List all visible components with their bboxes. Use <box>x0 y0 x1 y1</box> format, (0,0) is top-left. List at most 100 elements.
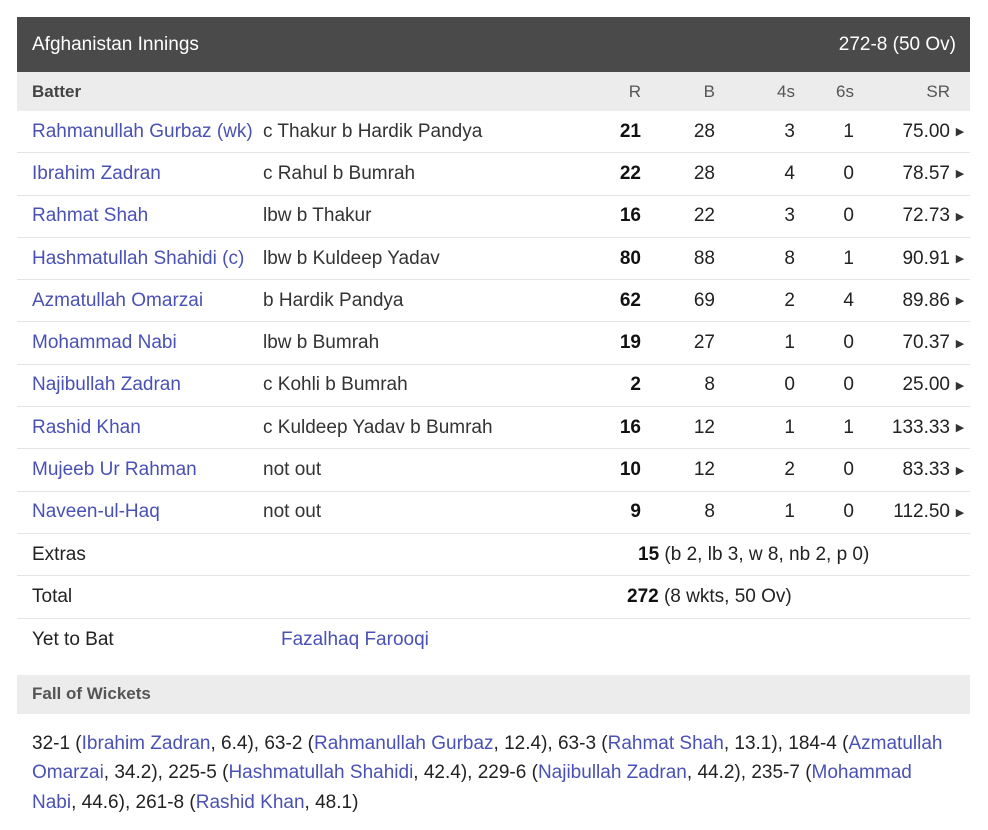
batter-fours: 2 <box>784 459 795 481</box>
fall-of-wickets-title: Fall of Wickets <box>32 684 151 704</box>
batter-runs: 22 <box>619 162 641 184</box>
batter-runs: 80 <box>619 247 641 269</box>
fall-of-wickets-list: 32-1 (Ibrahim Zadran, 6.4), 63-2 (Rahman… <box>17 714 970 818</box>
extras-detail: (b 2, lb 3, w 8, nb 2, p 0) <box>659 543 870 565</box>
batter-name-link[interactable]: Najibullah Zadran <box>17 374 263 396</box>
batter-sixes: 0 <box>843 162 854 184</box>
batter-row[interactable]: Ibrahim Zadran c Rahul b Bumrah 22 28 4 0 78.5… <box>17 153 970 196</box>
triangle-right-icon[interactable]: ▶ <box>950 125 970 138</box>
yet-to-bat-row: Yet to Bat Fazalhaq Farooqi <box>17 619 970 661</box>
fow-score: 235-7 <box>751 762 800 784</box>
triangle-right-icon[interactable]: ▶ <box>950 506 970 519</box>
innings-score: 272-8 (50 Ov) <box>838 33 956 55</box>
batter-balls: 27 <box>693 332 715 354</box>
batter-strike-rate: 75.00 <box>902 120 950 142</box>
fow-over: 48.1 <box>315 791 353 813</box>
batter-sixes: 0 <box>843 374 854 396</box>
total-row: Total 272 (8 wkts, 50 Ov) <box>17 576 970 619</box>
batter-balls: 69 <box>693 289 715 311</box>
extras-value: 15 (b 2, lb 3, w 8, nb 2, p 0) <box>263 544 869 566</box>
batter-dismissal: not out <box>263 459 322 481</box>
batting-rows: Rahmanullah Gurbaz (wk) c Thakur b Hardik… <box>17 111 970 534</box>
batter-strike-rate: 72.73 <box>902 205 950 227</box>
innings-header: Afghanistan Innings 272-8 (50 Ov) <box>17 17 970 72</box>
yet-to-bat-player-link[interactable]: Fazalhaq Farooqi <box>281 629 429 651</box>
triangle-right-icon[interactable]: ▶ <box>950 294 970 307</box>
batter-runs: 10 <box>619 459 641 481</box>
triangle-right-icon[interactable]: ▶ <box>950 464 970 477</box>
fow-over: 44.6 <box>81 791 119 813</box>
batter-strike-rate: 90.91 <box>902 247 950 269</box>
batter-runs: 2 <box>630 374 641 396</box>
batter-sixes: 1 <box>843 416 854 438</box>
total-label: Total <box>32 585 73 607</box>
batter-name-link[interactable]: Rahmanullah Gurbaz (wk) <box>17 121 263 143</box>
batter-strike-rate: 112.50 <box>893 501 950 523</box>
triangle-right-icon[interactable]: ▶ <box>950 167 970 180</box>
batter-name-link[interactable]: Mohammad Nabi <box>17 332 263 354</box>
batter-fours: 1 <box>784 501 795 523</box>
fow-player-link[interactable]: Rahmat Shah <box>608 733 724 754</box>
fow-score: 261-8 <box>135 791 185 813</box>
col-sixes: 6s <box>836 81 854 101</box>
batter-dismissal: not out <box>263 501 322 523</box>
batter-sixes: 0 <box>843 459 854 481</box>
fow-over: 44.2 <box>697 762 735 784</box>
fow-player-link[interactable]: Ibrahim Zadran <box>82 733 211 754</box>
batter-row[interactable]: Azmatullah Omarzai b Hardik Pandya 62 69 2 4 8… <box>17 280 970 323</box>
batter-strike-rate: 78.57 <box>902 162 950 184</box>
batter-runs: 19 <box>619 332 641 354</box>
batter-name-link[interactable]: Mujeeb Ur Rahman <box>17 459 263 481</box>
yet-to-bat-label: Yet to Bat <box>32 628 114 650</box>
batter-strike-rate: 133.33 <box>891 416 950 438</box>
batter-strike-rate: 25.00 <box>902 374 950 396</box>
extras-label: Extras <box>32 543 86 565</box>
batter-name-link[interactable]: Azmatullah Omarzai <box>17 290 263 312</box>
batter-dismissal: c Rahul b Bumrah <box>263 162 416 184</box>
batter-fours: 1 <box>784 332 795 354</box>
batter-name-link[interactable]: Rahmat Shah <box>17 205 263 227</box>
batter-name-link[interactable]: Ibrahim Zadran <box>17 163 263 185</box>
fow-player-link[interactable]: Rahmanullah Gurbaz <box>314 733 494 754</box>
batter-row[interactable]: Rahmat Shah lbw b Thakur 16 22 3 0 72.73 ▶ <box>17 196 970 238</box>
batter-row[interactable]: Najibullah Zadran c Kohli b Bumrah 2 8 0 0 25.… <box>17 365 970 408</box>
scorecard: Afghanistan Innings 272-8 (50 Ov) Batter… <box>17 17 970 817</box>
batter-row[interactable]: Hashmatullah Shahidi (c) lbw b Kuldeep Ya… <box>17 238 970 281</box>
batter-sixes: 1 <box>843 120 854 142</box>
fow-player-link[interactable]: Najibullah Zadran <box>538 762 687 783</box>
batter-row[interactable]: Rahmanullah Gurbaz (wk) c Thakur b Hardik… <box>17 111 970 154</box>
triangle-right-icon[interactable]: ▶ <box>950 210 970 223</box>
batter-dismissal: c Kohli b Bumrah <box>263 374 408 396</box>
triangle-right-icon[interactable]: ▶ <box>950 379 970 392</box>
batter-strike-rate: 70.37 <box>902 332 950 354</box>
fow-score: 225-5 <box>168 762 217 784</box>
fow-over: 42.4 <box>423 762 461 784</box>
batter-name-link[interactable]: Rashid Khan <box>17 417 263 439</box>
batter-row[interactable]: Mohammad Nabi lbw b Bumrah 19 27 1 0 70.37 ▶ <box>17 322 970 365</box>
batter-fours: 3 <box>784 205 795 227</box>
fow-item: 32-1 (Ibrahim Zadran, 6.4), <box>32 732 265 754</box>
fow-score: 229-6 <box>477 762 527 784</box>
batter-balls: 8 <box>704 374 715 396</box>
fow-over: 13.1 <box>734 732 772 754</box>
batter-sixes: 0 <box>843 501 854 523</box>
fow-over: 6.4 <box>221 732 248 754</box>
fow-item: 261-8 (Rashid Khan, 48.1) <box>135 791 359 813</box>
fow-player-link[interactable]: Rashid Khan <box>196 792 305 813</box>
batter-name-link[interactable]: Naveen-ul-Haq <box>17 501 263 523</box>
batter-fours: 8 <box>784 247 795 269</box>
batter-row[interactable]: Mujeeb Ur Rahman not out 10 12 2 0 83.33 ▶ <box>17 449 970 492</box>
batter-fours: 4 <box>784 162 795 184</box>
fow-score: 63-2 <box>264 732 303 754</box>
triangle-right-icon[interactable]: ▶ <box>950 421 970 434</box>
batter-row[interactable]: Rashid Khan c Kuldeep Yadav b Bumrah 16 12 1… <box>17 407 970 450</box>
batter-balls: 12 <box>693 459 715 481</box>
batter-row[interactable]: Naveen-ul-Haq not out 9 8 1 0 112.50 ▶ <box>17 492 970 534</box>
batter-balls: 8 <box>704 501 715 523</box>
col-balls: B <box>703 81 715 101</box>
triangle-right-icon[interactable]: ▶ <box>950 337 970 350</box>
fow-player-link[interactable]: Hashmatullah Shahidi <box>228 762 413 783</box>
batter-name-link[interactable]: Hashmatullah Shahidi (c) <box>17 248 263 270</box>
triangle-right-icon[interactable]: ▶ <box>950 252 970 265</box>
batter-balls: 28 <box>693 162 715 184</box>
